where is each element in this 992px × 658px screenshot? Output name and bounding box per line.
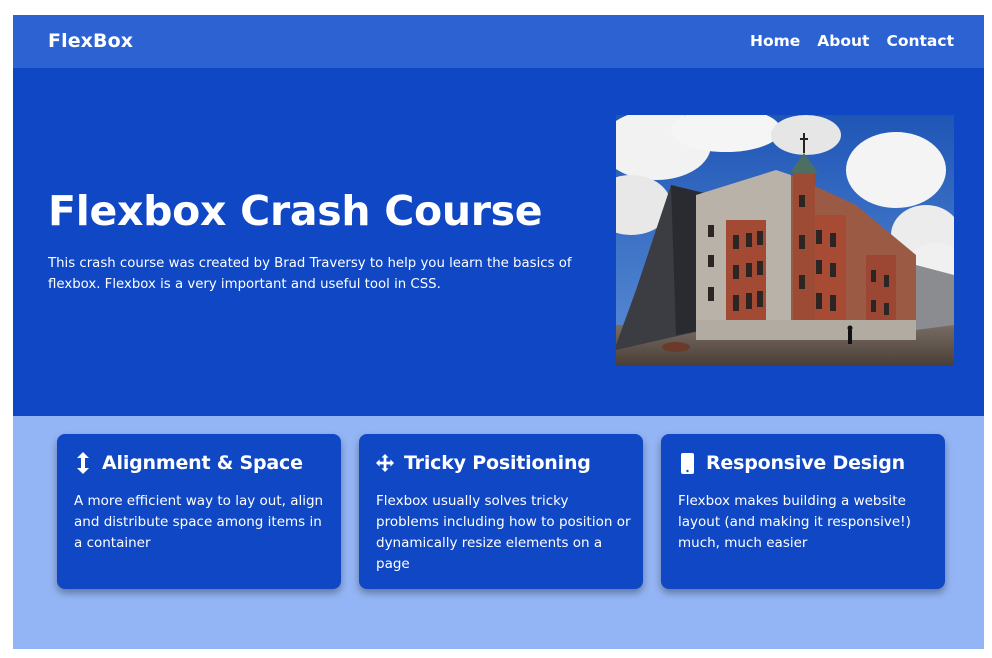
card-text: Flexbox makes building a website layout …: [678, 493, 911, 551]
feature-card-positioning: Tricky Positioning Flexbox usually solve…: [359, 434, 643, 589]
nav-link-home[interactable]: Home: [750, 32, 800, 50]
feature-card-alignment: Alignment & Space A more efficient way t…: [57, 434, 341, 589]
mobile-phone-icon: [678, 452, 696, 474]
page-frame: FlexBox Home About Contact Flexbox Crash…: [13, 15, 984, 649]
feature-card-responsive: Responsive Design Flexbox makes building…: [661, 434, 945, 589]
card-header: Tricky Positioning: [376, 452, 591, 474]
card-title: Tricky Positioning: [404, 452, 591, 474]
card-title: Alignment & Space: [102, 452, 303, 474]
card-header: Responsive Design: [678, 452, 905, 474]
move-arrows-icon: [376, 452, 394, 474]
logo[interactable]: FlexBox: [48, 30, 133, 52]
card-text: Flexbox usually solves tricky problems i…: [376, 493, 631, 572]
nav-link-contact[interactable]: Contact: [886, 32, 954, 50]
nav-links: Home About Contact: [750, 32, 954, 50]
arrows-vertical-icon: [74, 452, 92, 474]
card-header: Alignment & Space: [74, 452, 303, 474]
hero-image: [616, 115, 954, 366]
hero-title: Flexbox Crash Course: [48, 187, 543, 235]
card-text: A more efficient way to lay out, align a…: [74, 493, 324, 551]
features-section: Alignment & Space A more efficient way t…: [13, 416, 984, 649]
nav-link-about[interactable]: About: [817, 32, 869, 50]
navbar: FlexBox Home About Contact: [13, 15, 984, 68]
hero-text: This crash course was created by Brad Tr…: [48, 256, 572, 292]
card-title: Responsive Design: [706, 452, 905, 474]
